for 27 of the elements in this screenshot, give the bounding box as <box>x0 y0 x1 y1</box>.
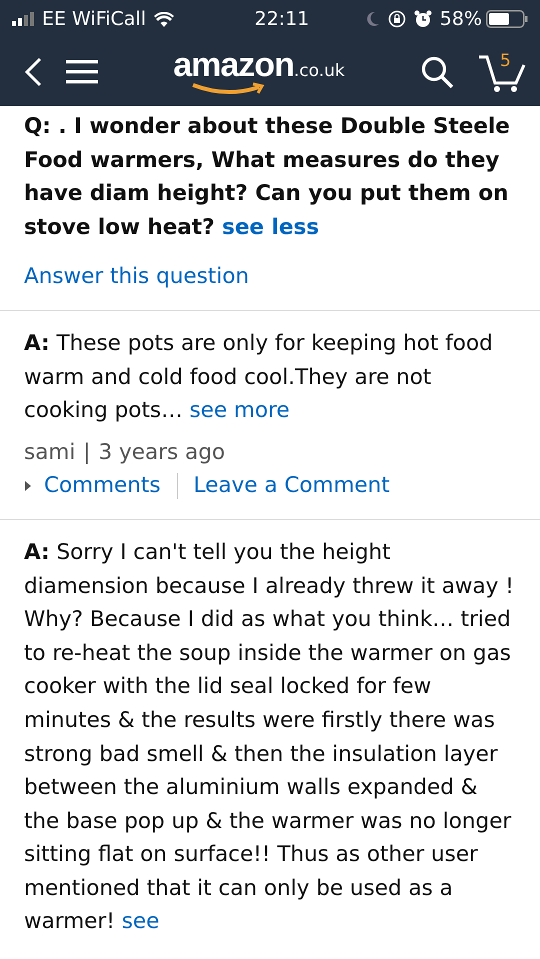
comments-link[interactable]: Comments <box>44 469 161 503</box>
clock-time: 22:11 <box>254 6 310 32</box>
author-name: sami <box>24 438 76 467</box>
answer-text: A: Sorry I can't tell you the height diamension because I already threw it away ! Why? Because I did as what you think… tried to re-heat the soup inside the warmer on gas cooker with the lid seal locked for few minutes & the results were firstly there was strong bad smell & then the insulation layer between the aluminium walls expanded & the base pop up & the warmer was no longer sitting flat on surface!! Thus as other user mentioned that it can only be used as a warmer! see <box>24 538 515 936</box>
answer-text: A: These pots are only for keeping hot food warm and cold food cool.They are not cooking pots… see more <box>24 330 494 426</box>
carrier-name: EE WiFiCall <box>42 6 146 32</box>
cart-count: 5 <box>500 50 511 73</box>
menu-icon[interactable] <box>66 59 98 85</box>
meta-separator: | <box>83 438 91 467</box>
question-text: Q: . I wonder about these Double Steele Food warmers, What measures do they have diam height? Can you put them on stove low heat? see less <box>24 113 511 242</box>
battery-percentage: 58% <box>440 6 482 32</box>
back-icon[interactable] <box>24 57 42 87</box>
battery-icon <box>486 10 528 28</box>
rotation-lock-icon <box>388 10 406 28</box>
cart-button[interactable]: 5 <box>478 51 526 93</box>
alarm-icon <box>414 10 432 28</box>
leave-comment-link[interactable]: Leave a Comment <box>194 469 390 503</box>
see-toggle-link[interactable]: see less <box>222 214 320 240</box>
disclosure-icon[interactable] <box>24 480 32 492</box>
see-toggle-link[interactable]: see <box>122 909 160 934</box>
amazon-logo[interactable]: amazon.co.uk <box>173 48 345 96</box>
moon-icon <box>366 11 380 27</box>
answer-date: 3 years ago <box>98 438 226 467</box>
search-icon[interactable] <box>420 55 454 89</box>
wifi-icon <box>154 12 174 26</box>
see-toggle-link[interactable]: see more <box>189 398 290 424</box>
answer-question-link[interactable]: Answer this question <box>24 264 249 290</box>
